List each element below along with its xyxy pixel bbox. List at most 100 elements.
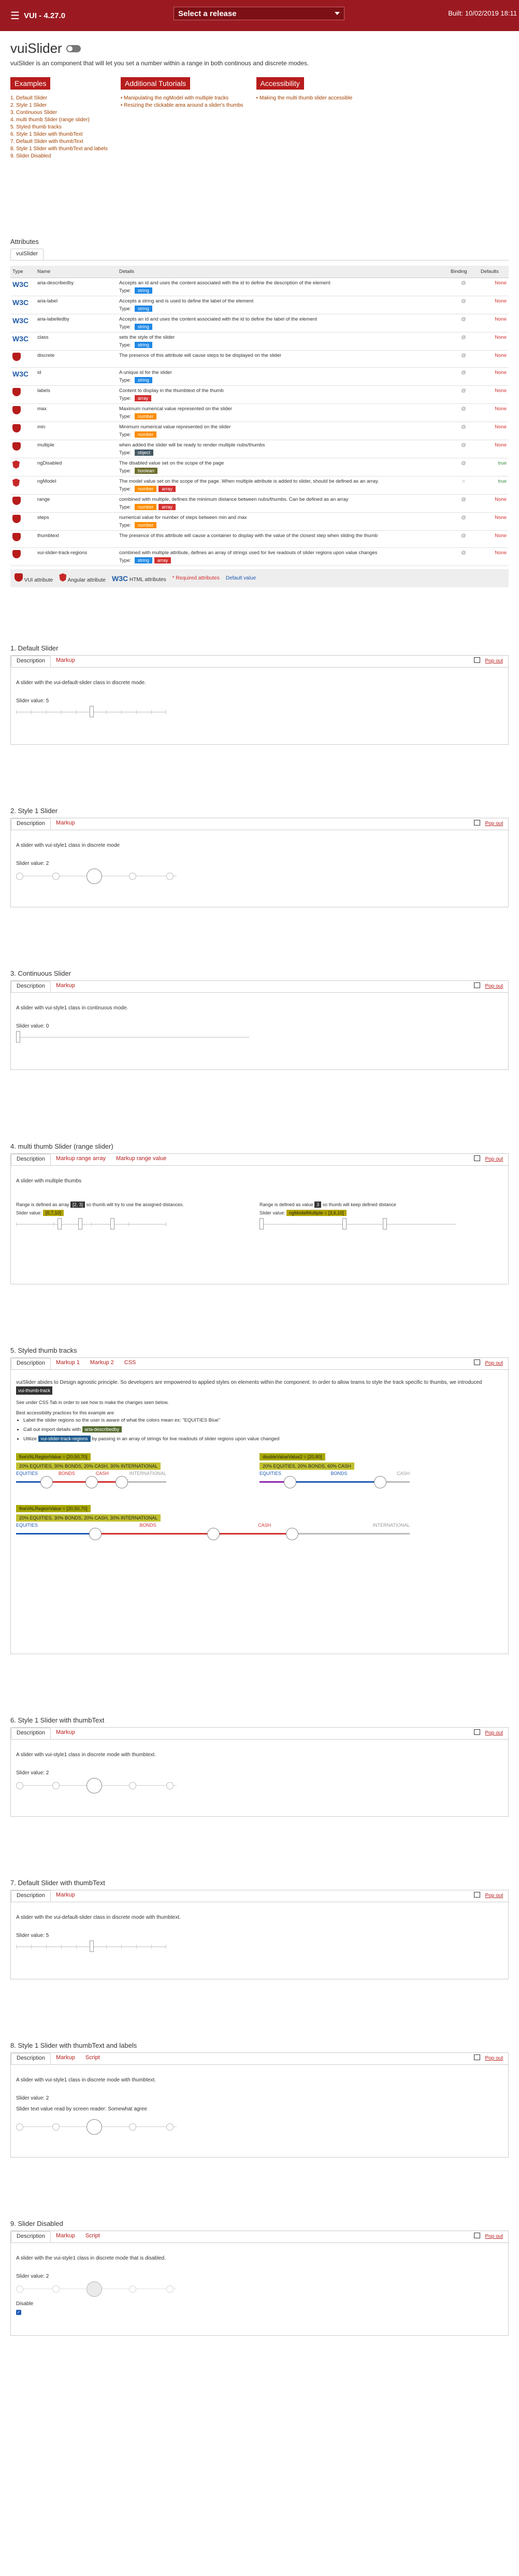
- slider-thumb[interactable]: [86, 1778, 102, 1793]
- attributes-table: Type Name Details Binding Defaults W3C ar…: [10, 266, 509, 566]
- multi-thumb-slider[interactable]: [16, 1218, 166, 1231]
- section-title: 5. Styled thumb tracks: [10, 1347, 77, 1354]
- tab-markup[interactable]: Markup: [51, 656, 80, 667]
- tab-markup[interactable]: Markup: [51, 1890, 80, 1902]
- slider-thumb[interactable]: [286, 1528, 298, 1540]
- attribute-name: id: [35, 367, 117, 386]
- example-link[interactable]: 6. Style 1 Slider with thumbText: [10, 131, 108, 138]
- style1-thumbtext-slider[interactable]: [16, 1778, 177, 1793]
- example-link[interactable]: 9. Slider Disabled: [10, 153, 108, 160]
- value-badge: ngModelMultiple = [3,6,10]: [286, 1210, 347, 1216]
- tab-description[interactable]: Description: [11, 2231, 51, 2242]
- example-link[interactable]: 7. Default Slider with thumbText: [10, 138, 108, 146]
- slider-thumb[interactable]: [342, 1218, 347, 1229]
- slider-thumb[interactable]: [86, 869, 102, 884]
- tab-description[interactable]: Description: [11, 1728, 51, 1739]
- pop-out-link[interactable]: Pop out: [473, 2054, 503, 2061]
- pop-out-link[interactable]: Pop out: [473, 1155, 503, 1162]
- slider-thumb[interactable]: [383, 1218, 387, 1229]
- theme-toggle[interactable]: [66, 45, 81, 52]
- tab-markup-range-array[interactable]: Markup range array: [51, 1154, 111, 1165]
- tab-markup-2[interactable]: Markup 2: [85, 1358, 119, 1369]
- styled-region-slider[interactable]: [16, 1476, 166, 1488]
- slider-thumb[interactable]: [78, 1218, 82, 1229]
- tab-description[interactable]: Description: [11, 656, 51, 667]
- pop-out-link[interactable]: Pop out: [473, 2233, 503, 2239]
- release-select-value: Select a release: [178, 9, 237, 18]
- tab-markup[interactable]: Markup: [51, 818, 80, 830]
- slider-thumb[interactable]: [260, 1218, 264, 1229]
- tab-markup-range-value[interactable]: Markup range value: [111, 1154, 171, 1165]
- attribute-default: None: [479, 440, 509, 458]
- slider-thumb[interactable]: [85, 1476, 98, 1488]
- pop-out-link[interactable]: Pop out: [473, 1729, 503, 1736]
- example-link[interactable]: 8. Style 1 Slider with thumbText and lab…: [10, 146, 108, 153]
- slider-thumb[interactable]: [16, 1031, 20, 1043]
- example-link[interactable]: 1. Default Slider: [10, 95, 108, 102]
- tab-markup[interactable]: Markup: [51, 2053, 80, 2064]
- default-slider[interactable]: [16, 706, 166, 718]
- tab-description[interactable]: Description: [11, 818, 51, 830]
- example-link[interactable]: 3. Continuous Slider: [10, 109, 108, 117]
- example-link[interactable]: 2. Style 1 Slider: [10, 102, 108, 109]
- slider-thumb[interactable]: [90, 706, 94, 717]
- slider-thumb[interactable]: [374, 1476, 386, 1488]
- w3c-icon: W3C: [12, 370, 29, 378]
- tab-description[interactable]: Description: [11, 2053, 51, 2064]
- multi-thumb-slider[interactable]: [260, 1218, 456, 1231]
- example-link[interactable]: 5. Styled thumb tracks: [10, 124, 108, 131]
- default-thumbtext-slider[interactable]: [16, 1941, 166, 1953]
- slider-thumb[interactable]: [86, 2119, 102, 2135]
- slider-value-label: Slider value: 2: [16, 1770, 49, 1776]
- styled-region-slider[interactable]: [260, 1476, 410, 1488]
- tab-description[interactable]: Description: [11, 981, 51, 992]
- tab-markup[interactable]: Markup: [51, 1728, 80, 1739]
- continuous-slider[interactable]: [16, 1031, 249, 1044]
- attribute-binding: @: [449, 440, 479, 458]
- tab-script[interactable]: Script: [80, 2231, 105, 2242]
- vui-attribute-icon: [12, 406, 21, 414]
- attribute-binding: @: [449, 547, 479, 566]
- tab-markup[interactable]: Markup: [51, 981, 80, 992]
- pop-out-link[interactable]: Pop out: [473, 1359, 503, 1366]
- pop-out-link[interactable]: Pop out: [473, 820, 503, 827]
- attribute-name: multiple: [35, 440, 117, 458]
- example-link[interactable]: 4. multi thumb Slider (range slider): [10, 117, 108, 124]
- attribute-default: None: [479, 332, 509, 351]
- release-select[interactable]: Select a release: [174, 7, 344, 20]
- example-box: Description Markup range array Markup ra…: [10, 1153, 509, 1284]
- tutorial-link[interactable]: • Manipulating the ngModel with multiple…: [121, 95, 243, 102]
- attribute-default: None: [479, 494, 509, 513]
- slider-thumb[interactable]: [40, 1476, 53, 1488]
- pop-out-link[interactable]: Pop out: [473, 1892, 503, 1899]
- tab-markup-1[interactable]: Markup 1: [51, 1358, 85, 1369]
- slider-thumb[interactable]: [57, 1218, 62, 1229]
- slider-thumb[interactable]: [284, 1476, 296, 1488]
- slider-thumb[interactable]: [89, 1528, 102, 1540]
- slider-value-label: Slider value: 5: [16, 698, 49, 704]
- pop-out-link[interactable]: Pop out: [473, 657, 503, 664]
- hamburger-menu-icon[interactable]: ☰: [10, 9, 20, 22]
- tab-vuislider[interactable]: vuiSlider: [10, 249, 44, 260]
- slider-thumb[interactable]: [110, 1218, 114, 1229]
- style1-slider[interactable]: [16, 869, 177, 884]
- accessibility-link[interactable]: • Making the multi thumb slider accessib…: [256, 95, 353, 102]
- col-header: Type: [10, 266, 35, 278]
- slider-thumb[interactable]: [116, 1476, 128, 1488]
- slider-thumb[interactable]: [90, 1941, 94, 1952]
- tab-script[interactable]: Script: [80, 2053, 105, 2064]
- style1-labels-slider[interactable]: [16, 2119, 177, 2135]
- slider-thumb[interactable]: [207, 1528, 220, 1540]
- pop-out-link[interactable]: Pop out: [473, 982, 503, 989]
- type-badge: array: [154, 557, 171, 563]
- tab-description[interactable]: Description: [11, 1890, 51, 1902]
- attribute-row: multiple when added the slider will be re…: [10, 440, 509, 458]
- disable-checkbox[interactable]: ✓: [16, 2310, 21, 2315]
- tab-markup[interactable]: Markup: [51, 2231, 80, 2242]
- tab-css[interactable]: CSS: [119, 1358, 141, 1369]
- attribute-default: None: [479, 385, 509, 404]
- tutorial-link[interactable]: • Resizing the clickable area around a s…: [121, 102, 243, 109]
- tab-description[interactable]: Description: [11, 1154, 51, 1165]
- tab-description[interactable]: Description: [11, 1358, 51, 1369]
- styled-region-slider[interactable]: [16, 1528, 410, 1540]
